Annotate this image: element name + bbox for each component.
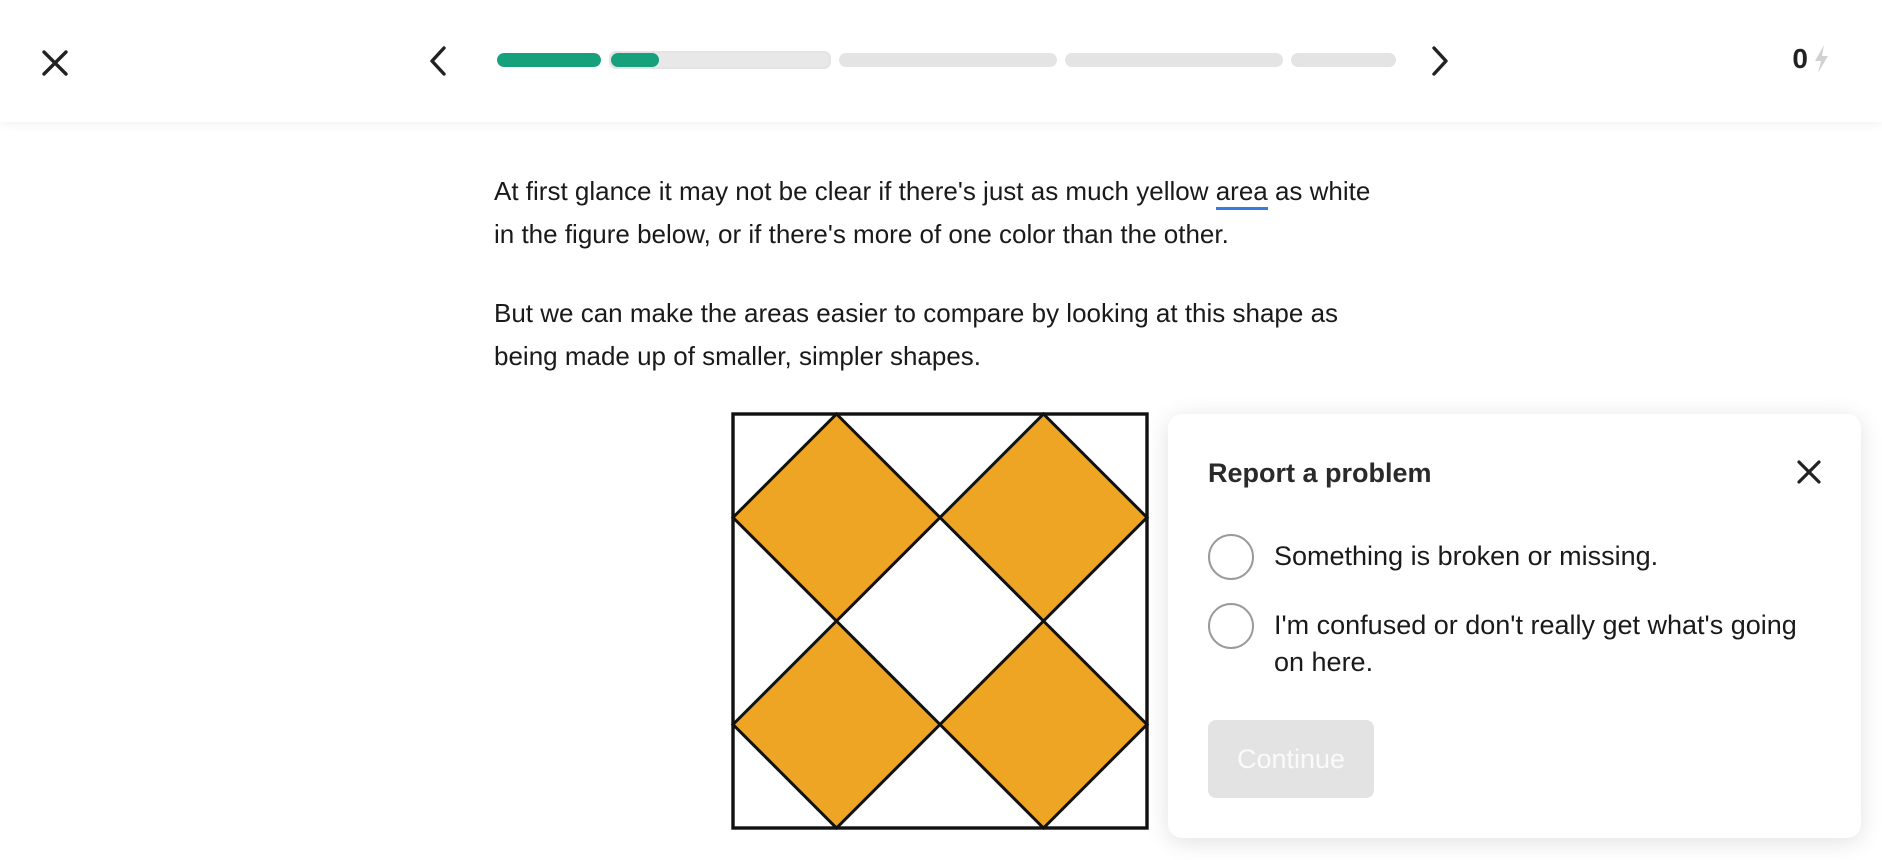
lesson-paragraph-1: At first glance it may not be clear if t…	[494, 170, 1394, 256]
chevron-right-icon	[1432, 46, 1448, 76]
next-button[interactable]	[1422, 40, 1458, 82]
option-label: I'm confused or don't really get what's …	[1274, 610, 1797, 677]
area-figure	[730, 411, 1150, 831]
close-lesson-button[interactable]	[34, 42, 76, 84]
lesson-content: At first glance it may not be clear if t…	[494, 170, 1394, 414]
progress-segment	[839, 53, 1057, 67]
continue-button[interactable]: Continue	[1208, 720, 1374, 798]
lightning-icon	[1815, 45, 1828, 73]
report-option-broken[interactable]: Something is broken or missing.	[1208, 534, 1828, 580]
paragraph-text: At first glance it may not be clear if t…	[494, 176, 1216, 206]
lesson-paragraph-2: But we can make the areas easier to comp…	[494, 298, 1339, 371]
energy-score: 0	[1792, 43, 1830, 75]
progress-segment	[1065, 53, 1283, 67]
lesson-header: 0	[0, 0, 1882, 122]
option-label: Something is broken or missing.	[1274, 541, 1659, 571]
progress-fill	[611, 53, 659, 67]
close-icon	[42, 50, 68, 76]
close-icon	[1797, 460, 1821, 484]
progress-segment	[1291, 53, 1396, 67]
previous-button[interactable]	[420, 40, 456, 82]
chevron-left-icon	[430, 46, 446, 76]
glossary-link-area[interactable]: area	[1215, 176, 1268, 210]
diamond-pattern-figure	[730, 411, 1150, 831]
close-report-button[interactable]	[1789, 452, 1829, 492]
score-value: 0	[1792, 43, 1808, 74]
progress-segment	[609, 51, 831, 69]
progress-fill	[497, 53, 601, 67]
report-panel-title: Report a problem	[1208, 458, 1432, 488]
report-option-confused[interactable]: I'm confused or don't really get what's …	[1208, 603, 1828, 681]
radio-button[interactable]	[1208, 534, 1254, 580]
radio-button[interactable]	[1208, 603, 1254, 649]
report-problem-panel: Report a problem Something is broken or …	[1168, 414, 1861, 838]
progress-segment	[497, 53, 601, 67]
